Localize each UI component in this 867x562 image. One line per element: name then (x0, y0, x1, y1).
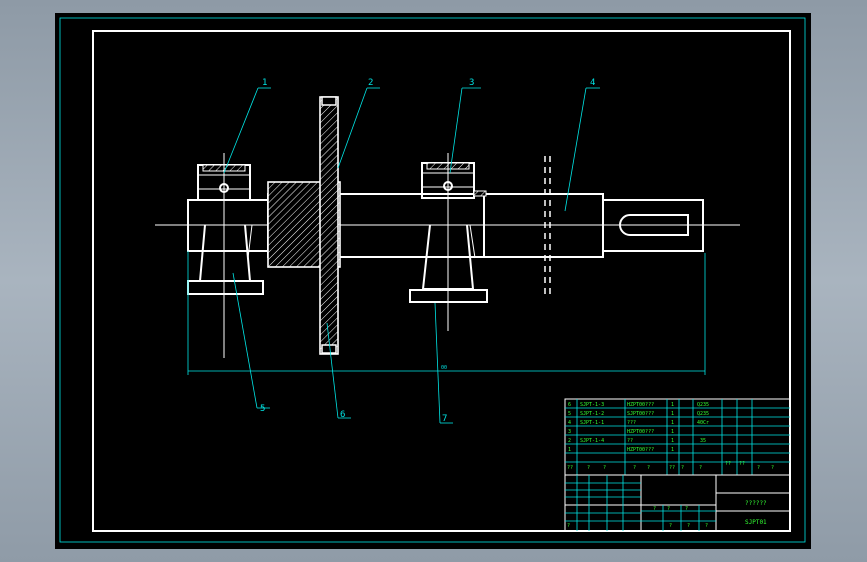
svg-text:?: ? (687, 523, 690, 529)
svg-text:?: ? (681, 465, 684, 471)
svg-text:?: ? (603, 465, 606, 471)
bom-row-2: 5 SJPT-1-2 SJPT00??? 1 Q235 (568, 411, 709, 417)
callout-4: 4 (564, 78, 600, 212)
title-block: ?????? SJPT01 ? ? ? ? ? ? ? (564, 474, 791, 532)
bom-row-1: 6 SJPT-1-3 HZPT00??? 1 Q235 (568, 402, 709, 408)
svg-text:3: 3 (568, 429, 571, 435)
svg-text:1: 1 (262, 78, 267, 88)
svg-text:7: 7 (442, 414, 447, 424)
svg-text:35: 35 (700, 438, 706, 444)
svg-text:?: ? (669, 523, 672, 529)
break-marks (544, 156, 551, 298)
bom-row-6: 1 HZPT00??? 1 (568, 447, 674, 453)
svg-text:?: ? (633, 465, 636, 471)
callout-7: 7 (434, 302, 453, 424)
callout-2: 2 (337, 78, 380, 169)
svg-text:5: 5 (260, 404, 265, 414)
svg-text:?: ? (667, 506, 670, 512)
drawing-number: SJPT01 (745, 519, 767, 526)
svg-text:SJPT-1-1: SJPT-1-1 (580, 420, 604, 426)
bearing-seat-left (187, 224, 264, 295)
svg-text:Q235: Q235 (697, 402, 709, 408)
svg-text:?: ? (705, 523, 708, 529)
svg-text:?: ? (685, 506, 688, 512)
svg-text:?: ? (757, 465, 760, 471)
sprocket (267, 96, 341, 355)
svg-text:??: ?? (567, 465, 573, 471)
svg-text:?: ? (653, 506, 656, 512)
svg-text:??: ?? (725, 461, 731, 467)
drawing-name: ?????? (745, 500, 767, 507)
svg-text:5: 5 (568, 411, 571, 417)
svg-text:1: 1 (671, 402, 674, 408)
bom-header-row: ?? ? ? ? ? ?? ? ? ?? ?? ? ? (567, 461, 774, 471)
callout-1: 1 (223, 78, 271, 174)
svg-text:SJPT-1-2: SJPT-1-2 (580, 411, 604, 417)
svg-text:2: 2 (568, 438, 571, 444)
svg-text:6: 6 (340, 410, 345, 420)
svg-text:4: 4 (568, 420, 571, 426)
svg-text:??: ?? (627, 438, 633, 444)
bearing-right (421, 162, 487, 199)
bom-row-3: 4 SJPT-1-1 ??? 1 40Cr (568, 420, 709, 426)
svg-text:HZPT00???: HZPT00??? (627, 402, 654, 408)
svg-text:HZPT00???: HZPT00??? (627, 447, 654, 453)
dimension-text: 00 (441, 365, 447, 371)
svg-text:1: 1 (671, 447, 674, 453)
overall-dimension: 00 (187, 251, 706, 375)
svg-text:??: ?? (669, 465, 675, 471)
bom-row-5: 2 SJPT-1-4 ?? 1 35 (568, 438, 706, 444)
svg-text:?: ? (567, 523, 570, 529)
svg-text:3: 3 (469, 78, 474, 88)
svg-text:?: ? (647, 465, 650, 471)
svg-text:SJPT-1-4: SJPT-1-4 (580, 438, 604, 444)
svg-text:1: 1 (671, 411, 674, 417)
svg-text:???: ??? (627, 420, 636, 426)
svg-text:SJPT00???: SJPT00??? (627, 411, 654, 417)
bom-row-4: 3 HZPT00??? 1 (568, 429, 674, 435)
svg-text:40Cr: 40Cr (697, 420, 709, 426)
svg-text:??: ?? (739, 461, 745, 467)
drawing-sheet: 00 1 2 3 4 5 6 7 6 SJPT-1-3 HZPT00??? 1 … (55, 13, 811, 549)
svg-text:SJPT-1-3: SJPT-1-3 (580, 402, 604, 408)
bom-table: 6 SJPT-1-3 HZPT00??? 1 Q235 5 SJPT-1-2 S… (564, 398, 791, 476)
svg-text:?: ? (771, 465, 774, 471)
svg-text:1: 1 (671, 429, 674, 435)
svg-text:6: 6 (568, 402, 571, 408)
svg-text:4: 4 (590, 78, 595, 88)
svg-text:2: 2 (368, 78, 373, 88)
callout-3: 3 (449, 78, 481, 174)
svg-text:HZPT00???: HZPT00??? (627, 429, 654, 435)
svg-text:?: ? (699, 465, 702, 471)
svg-text:Q235: Q235 (697, 411, 709, 417)
svg-text:1: 1 (671, 420, 674, 426)
svg-text:1: 1 (568, 447, 571, 453)
svg-text:1: 1 (671, 438, 674, 444)
svg-text:?: ? (587, 465, 590, 471)
